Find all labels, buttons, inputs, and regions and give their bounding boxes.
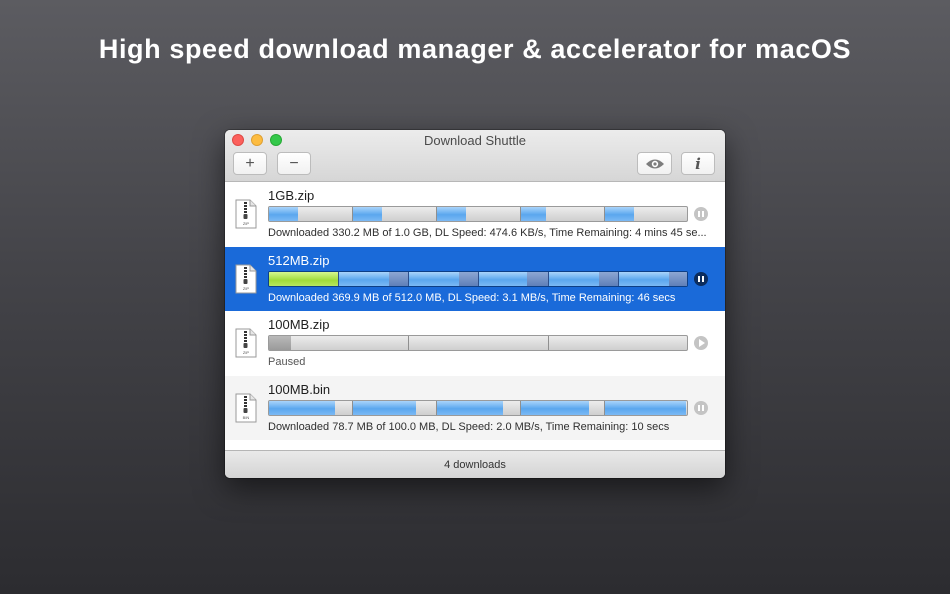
download-list: ZIP 1GB.zip Downloaded 330.2 MB of 1.0 GB,…	[225, 182, 725, 440]
progress-fill	[521, 207, 546, 221]
window-title: Download Shuttle	[424, 133, 526, 148]
progress-segment	[479, 271, 549, 286]
plus-icon: +	[245, 154, 255, 172]
file-name: 512MB.zip	[268, 252, 330, 268]
download-row[interactable]: ZIP 1GB.zip Downloaded 330.2 MB of 1.0 GB,…	[225, 182, 725, 247]
resume-button[interactable]	[694, 336, 708, 350]
headline: High speed download manager & accelerato…	[98, 34, 852, 64]
pause-button[interactable]	[694, 400, 708, 415]
zip-file-icon: ZIP	[235, 264, 257, 293]
pause-icon	[698, 275, 704, 282]
play-icon	[699, 339, 705, 347]
file-name: 100MB.bin	[268, 381, 331, 397]
bin-file-icon: BIN	[235, 393, 257, 422]
progress-fill	[269, 207, 299, 221]
progress-segment	[409, 271, 479, 286]
download-status: Downloaded 330.2 MB of 1.0 GB, DL Speed:…	[268, 227, 707, 239]
progress-segment	[521, 400, 605, 415]
progress-fill	[339, 271, 389, 286]
progress-fill	[409, 271, 459, 286]
zip-file-icon: ZIP	[235, 328, 257, 358]
progress-segment	[269, 400, 353, 415]
progress-fill	[269, 336, 292, 350]
progress-segment	[269, 336, 409, 350]
pause-icon	[698, 404, 704, 411]
file-type-label: ZIP	[243, 221, 250, 226]
progress-segment	[269, 271, 339, 286]
pause-button[interactable]	[694, 271, 708, 286]
progress-segment	[409, 336, 549, 350]
progress-segment	[339, 271, 409, 286]
pause-button[interactable]	[694, 207, 708, 221]
file-type-label: ZIP	[243, 286, 250, 291]
progress-segment	[353, 400, 437, 415]
download-row[interactable]: ZIP 512MB.zip Downloaded 369.9 MB of 512.0…	[225, 246, 725, 311]
add-download-button[interactable]: +	[233, 152, 267, 175]
progress-bar	[268, 335, 688, 351]
progress-segment	[353, 207, 437, 221]
zip-file-icon: ZIP	[235, 199, 257, 229]
progress-bar	[268, 206, 688, 222]
progress-segment	[549, 336, 687, 350]
progress-fill	[269, 271, 338, 286]
progress-segment	[605, 207, 687, 221]
file-type-label: ZIP	[243, 350, 250, 355]
progress-bar	[268, 399, 688, 416]
progress-fill	[619, 271, 670, 286]
download-status: Downloaded 369.9 MB of 512.0 MB, DL Spee…	[268, 291, 676, 304]
progress-segment	[549, 271, 619, 286]
progress-fill	[605, 400, 686, 415]
progress-fill	[437, 400, 504, 415]
minus-icon: −	[289, 154, 299, 172]
progress-fill	[479, 271, 528, 286]
progress-fill	[549, 271, 599, 286]
progress-fill	[521, 400, 590, 415]
download-row[interactable]: BIN 100MB.bin Downloaded 78.7 MB of 100.0 …	[225, 375, 725, 440]
progress-segment	[269, 207, 353, 221]
progress-segment	[605, 400, 687, 415]
progress-segment	[437, 207, 521, 221]
app-window: Download Shuttle + − i ZIP 1GB.zip Downloa…	[225, 130, 725, 478]
titlebar: Download Shuttle + − i	[225, 130, 725, 182]
progress-fill	[605, 207, 635, 221]
reveal-button[interactable]	[637, 152, 672, 175]
download-row[interactable]: ZIP 100MB.zip Paused	[225, 311, 725, 376]
progress-fill	[353, 400, 417, 415]
progress-segment	[619, 271, 687, 286]
progress-bar	[268, 270, 688, 287]
download-status: Paused	[268, 356, 306, 368]
progress-segment	[437, 400, 521, 415]
progress-fill	[353, 207, 383, 221]
pause-icon	[698, 211, 704, 217]
file-name: 1GB.zip	[268, 188, 315, 203]
progress-fill	[437, 207, 467, 221]
info-icon: i	[695, 154, 701, 173]
eye-icon	[645, 159, 664, 168]
remove-download-button[interactable]: −	[277, 152, 311, 175]
file-type-label: BIN	[243, 415, 250, 420]
file-name: 100MB.zip	[268, 317, 330, 332]
progress-fill	[269, 400, 336, 415]
progress-segment	[521, 207, 605, 221]
info-button[interactable]: i	[681, 152, 715, 175]
status-footer: 4 downloads	[225, 450, 725, 478]
download-status: Downloaded 78.7 MB of 100.0 MB, DL Speed…	[268, 420, 670, 433]
